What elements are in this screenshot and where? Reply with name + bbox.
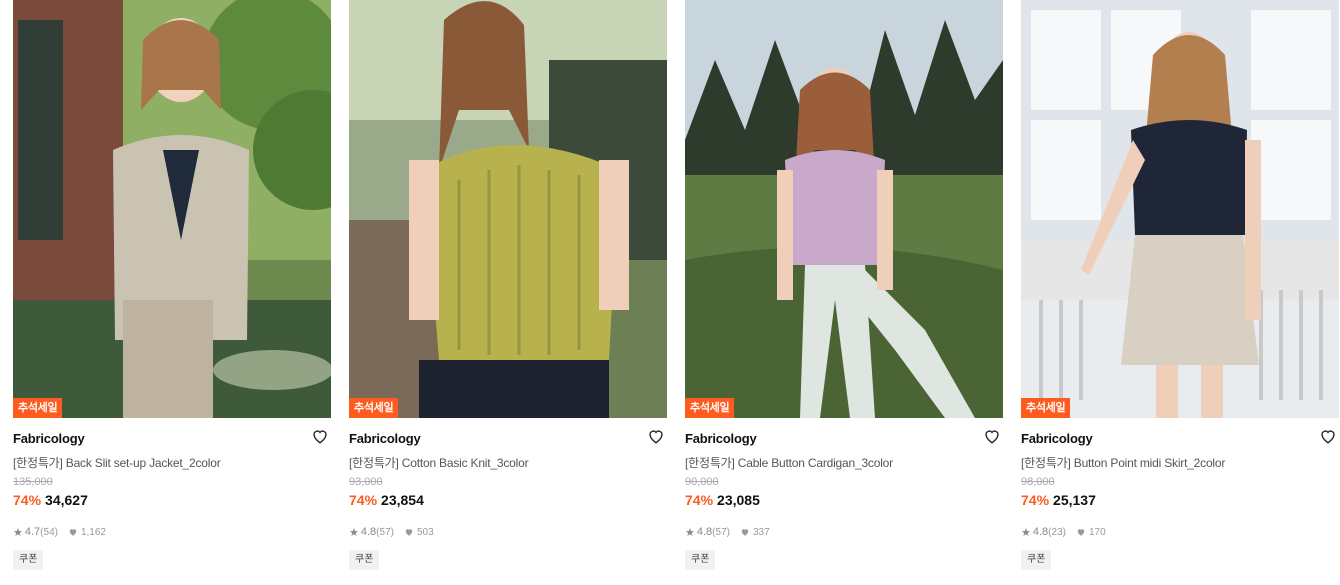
review-count: (57) [376, 526, 394, 538]
like-count: 503 [416, 526, 434, 538]
sale-badge: 추석세일 [13, 398, 63, 418]
coupon-tag: 쿠폰 [13, 550, 44, 570]
star-icon: ★ [13, 526, 23, 539]
discount-rate: 74% [13, 492, 42, 508]
discount-rate: 74% [349, 492, 378, 508]
coupon-tag: 쿠폰 [685, 550, 716, 570]
brand-name[interactable]: Fabricology [349, 431, 421, 446]
brand-name[interactable]: Fabricology [13, 431, 85, 446]
star-icon: ★ [349, 526, 359, 539]
sale-price: 25,137 [1053, 492, 1096, 508]
brand-name[interactable]: Fabricology [1021, 431, 1093, 446]
original-price: 93,000 [349, 476, 383, 488]
product-card[interactable]: 추석세일 Fabricology [한정특가] Cable Button Car… [685, 0, 1003, 570]
heart-filled-icon [1077, 529, 1085, 536]
sale-price: 34,627 [45, 492, 88, 508]
like-count: 337 [752, 526, 770, 538]
sale-badge: 추석세일 [349, 398, 399, 418]
product-name[interactable]: [한정특가] Cotton Basic Knit_3color [349, 454, 667, 472]
heart-outline-icon[interactable] [983, 427, 1001, 445]
sale-badge: 추석세일 [1021, 398, 1071, 418]
rating-value: 4.7 [24, 526, 41, 538]
heart-filled-icon [405, 529, 413, 536]
product-image[interactable]: 추석세일 [1021, 0, 1339, 418]
coupon-tag: 쿠폰 [1021, 550, 1052, 570]
like-count: 1,162 [80, 526, 106, 538]
coupon-tag: 쿠폰 [349, 550, 380, 570]
heart-filled-icon [741, 529, 749, 536]
brand-name[interactable]: Fabricology [685, 431, 757, 446]
sale-price: 23,085 [717, 492, 760, 508]
original-price: 90,000 [685, 476, 719, 488]
sale-badge: 추석세일 [685, 398, 735, 418]
sale-price: 23,854 [381, 492, 424, 508]
like-count: 170 [1088, 526, 1106, 538]
review-count: (57) [712, 526, 730, 538]
product-name[interactable]: [한정특가] Cable Button Cardigan_3color [685, 454, 1003, 472]
rating-value: 4.8 [696, 526, 713, 538]
product-image[interactable]: 추석세일 [685, 0, 1003, 418]
star-icon: ★ [685, 526, 695, 539]
product-image[interactable]: 추석세일 [349, 0, 667, 418]
heart-outline-icon[interactable] [311, 427, 329, 445]
star-icon: ★ [1021, 526, 1031, 539]
rating-value: 4.8 [360, 526, 377, 538]
rating-value: 4.8 [1032, 526, 1049, 538]
product-image[interactable]: 추석세일 [13, 0, 331, 418]
product-card[interactable]: 추석세일 Fabricology [한정특가] Cotton Basic Kni… [349, 0, 667, 570]
heart-outline-icon[interactable] [647, 427, 665, 445]
original-price: 98,000 [1021, 476, 1055, 488]
discount-rate: 74% [685, 492, 714, 508]
product-name[interactable]: [한정특가] Button Point midi Skirt_2color [1021, 454, 1339, 472]
review-count: (54) [40, 526, 58, 538]
original-price: 135,000 [13, 476, 53, 488]
discount-rate: 74% [1021, 492, 1050, 508]
product-grid: 추석세일 Fabricology [한정특가] Back Slit set-up… [0, 0, 1340, 585]
heart-outline-icon[interactable] [1319, 427, 1337, 445]
review-count: (23) [1048, 526, 1066, 538]
heart-filled-icon [69, 529, 77, 536]
product-card[interactable]: 추석세일 Fabricology [한정특가] Back Slit set-up… [13, 0, 331, 570]
product-name[interactable]: [한정특가] Back Slit set-up Jacket_2color [13, 454, 331, 472]
product-card[interactable]: 추석세일 Fabricology [한정특가] Button Point mid… [1021, 0, 1339, 570]
